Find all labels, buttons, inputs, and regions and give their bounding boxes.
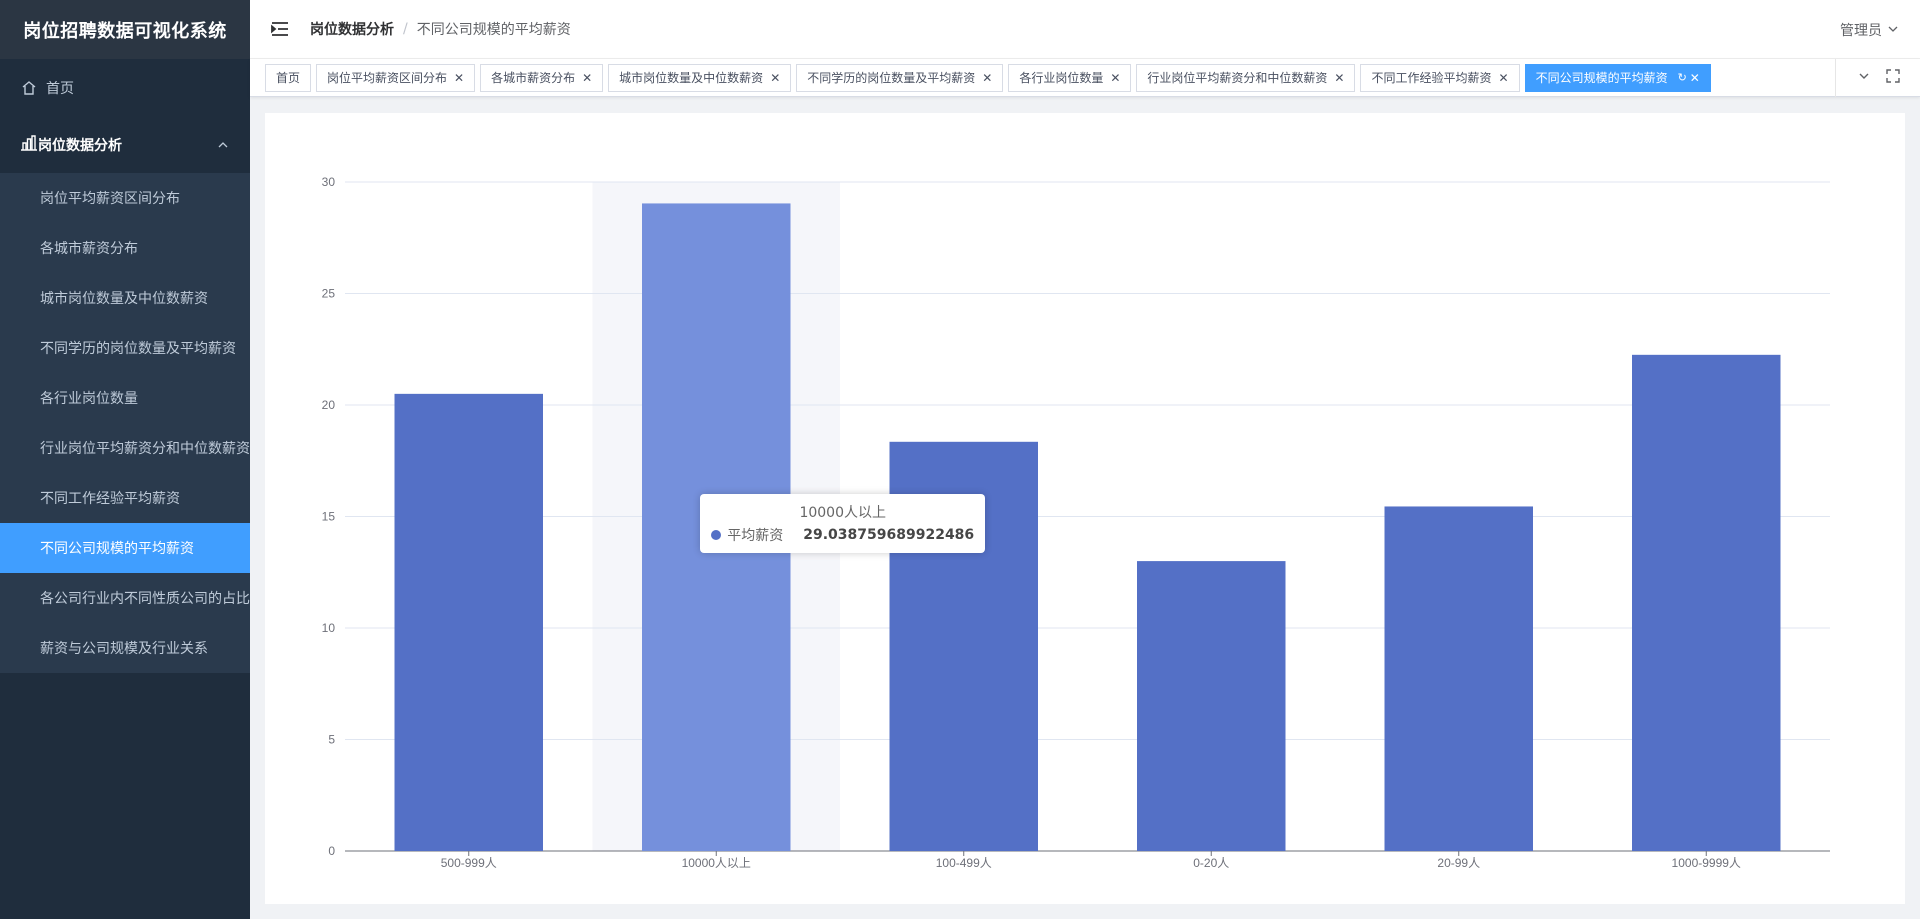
fullscreen-icon[interactable] [1886,69,1900,87]
x-tick-label: 0-20人 [1193,856,1229,870]
home-icon [20,79,38,97]
tag-item[interactable]: 不同公司规模的平均薪资 ↻ ✕ [1524,63,1711,92]
y-tick-label: 15 [322,510,336,524]
breadcrumb: 岗位数据分析 / 不同公司规模的平均薪资 [310,19,571,39]
tags-tools [1835,59,1920,97]
sidebar-subitem[interactable]: 行业岗位平均薪资分和中位数薪资 [0,423,250,473]
sidebar-submenu: 岗位平均薪资区间分布 各城市薪资分布 城市岗位数量及中位数薪资 不同学历的岗位数量及平… [0,173,250,673]
tag-label: 不同工作经验平均薪资 [1371,71,1492,85]
breadcrumb-item[interactable]: 岗位数据分析 [310,19,394,39]
tag-label: 各行业岗位数量 [1019,71,1104,85]
sidebar-subitem[interactable]: 不同学历的岗位数量及平均薪资 [0,323,250,373]
y-tick-label: 20 [322,398,336,412]
refresh-icon[interactable]: ↻ [1678,71,1687,84]
x-tick-label: 20-99人 [1437,856,1480,870]
x-tick-label: 1000-9999人 [1672,856,1741,870]
sidebar-group-label: 岗位数据分析 [38,137,122,154]
series-marker [711,529,722,540]
y-tick-label: 25 [322,287,336,301]
sidebar-subitem[interactable]: 岗位平均薪资区间分布 [0,173,250,223]
breadcrumb-separator: / [403,21,408,37]
tag-item[interactable]: 各城市薪资分布 ✕ [480,63,604,92]
close-icon[interactable]: ✕ [982,71,992,85]
tooltip-title: 10000人以上 [799,504,886,521]
tag-label: 岗位平均薪资区间分布 [327,71,448,85]
bar[interactable] [1384,506,1534,851]
y-tick-label: 10 [322,621,336,635]
chart-panel: 0 5 10 15 20 25 30 500-999人 10000人以上 100-499人 0-20… [265,113,1905,904]
sidebar-subitem[interactable]: 各城市薪资分布 [0,223,250,273]
chevron-up-icon [218,138,228,154]
bar[interactable] [1632,354,1781,851]
sidebar-item-label: 首页 [46,80,74,97]
chevron-down-icon[interactable] [1858,70,1870,86]
sidebar-subitem[interactable]: 不同工作经验平均薪资 [0,473,250,523]
bar-chart[interactable]: 0 5 10 15 20 25 30 500-999人 10000人以上 100-499人 0-20… [265,113,1905,904]
tag-label: 各城市薪资分布 [491,71,576,85]
y-tick-label: 5 [328,733,335,747]
sidebar-subitem[interactable]: 城市岗位数量及中位数薪资 [0,273,250,323]
navbar: 岗位数据分析 / 不同公司规模的平均薪资 管理员 [250,0,1920,59]
x-tick-label: 500-999人 [441,856,497,870]
tag-label: 城市岗位数量及中位数薪资 [619,71,764,85]
sidebar: 岗位招聘数据可视化系统 首页 岗位数据分析 岗位平均薪资区间分布 各城市薪资分布城… [0,0,250,919]
close-icon[interactable]: ✕ [1334,71,1344,85]
sidebar-subitem[interactable]: 不同公司规模的平均薪资 [0,523,250,573]
tag-item[interactable]: 首页 [265,63,312,92]
tag-item[interactable]: 不同工作经验平均薪资 ✕ [1360,63,1520,92]
bar[interactable] [394,393,544,851]
tag-label: 行业岗位平均薪资分和中位数薪资 [1147,71,1328,85]
close-icon[interactable]: ✕ [582,71,592,85]
tag-item[interactable]: 行业岗位平均薪资分和中位数薪资 ✕ [1136,63,1356,92]
tag-label: 不同公司规模的平均薪资 [1535,71,1668,85]
sidebar-subitem[interactable]: 各行业岗位数量 [0,373,250,423]
tags-view: 首页 岗位平均薪资区间分布 ✕ 各城市薪资分布 ✕ 城市岗位数量及中位数薪资 ✕ 不同学历的岗… [250,59,1920,97]
close-icon[interactable]: ✕ [1690,71,1700,85]
sidebar-subitem[interactable]: 各公司行业内不同性质公司的占比 [0,573,250,623]
y-tick-label: 0 [328,844,335,858]
breadcrumb-current: 不同公司规模的平均薪资 [416,22,571,38]
tooltip-value: 29.038759689922486 [803,526,975,543]
username: 管理员 [1840,23,1882,39]
tag-label: 首页 [276,71,301,85]
tag-item[interactable]: 岗位平均薪资区间分布 ✕ [316,63,476,92]
x-tick-label: 10000人以上 [682,856,751,870]
y-tick-label: 30 [322,175,336,189]
sidebar-subitem[interactable]: 薪资与公司规模及行业关系 [0,623,250,673]
tag-item[interactable]: 城市岗位数量及中位数薪资 ✕ [608,63,792,92]
tooltip-series: 平均薪资 [727,527,784,544]
tag-item[interactable]: 不同学历的岗位数量及平均薪资 ✕ [796,63,1004,92]
chart-tooltip: 10000人以上 平均薪资 29.038759689922486 [700,493,986,553]
close-icon[interactable]: ✕ [454,71,464,85]
close-icon[interactable]: ✕ [1110,71,1120,85]
user-menu[interactable]: 管理员 [1840,20,1898,40]
sidebar-group-analysis[interactable]: 岗位数据分析 [0,116,250,173]
close-icon[interactable]: ✕ [1499,71,1509,85]
tag-label: 不同学历的岗位数量及平均薪资 [807,71,976,85]
chart-icon [20,134,38,155]
sidebar-item-home[interactable]: 首页 [0,59,250,116]
x-tick-label: 100-499人 [936,856,992,870]
app-title: 岗位招聘数据可视化系统 [0,0,250,59]
bar[interactable] [1137,561,1286,851]
close-icon[interactable]: ✕ [770,71,780,85]
tag-item[interactable]: 各行业岗位数量 ✕ [1008,63,1132,92]
chevron-down-icon [1888,22,1898,38]
hamburger-icon[interactable] [250,0,310,59]
